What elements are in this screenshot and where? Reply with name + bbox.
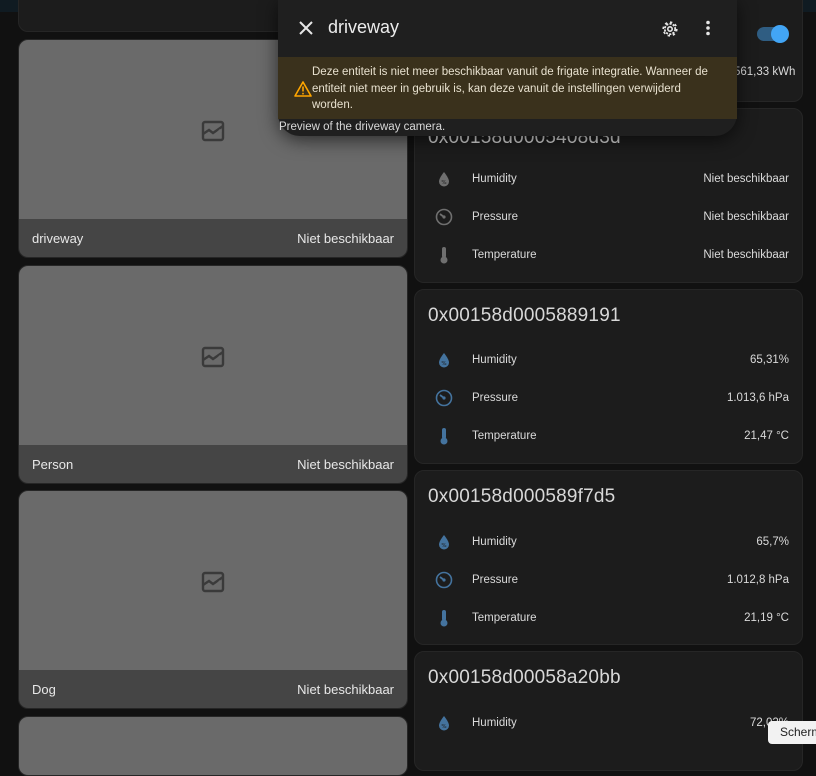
sensor-row-pressure[interactable]: Pressure 1.012,8 hPa xyxy=(428,561,789,599)
camera-card-partial[interactable] xyxy=(18,716,408,776)
dialog-header: driveway xyxy=(278,0,737,57)
camera-status: Niet beschikbaar xyxy=(297,456,394,472)
image-broken-icon xyxy=(201,571,225,592)
camera-name: Dog xyxy=(32,681,56,697)
sensor-row-pressure[interactable]: Pressure 1.013,6 hPa xyxy=(428,379,789,417)
image-broken-icon xyxy=(201,120,225,141)
row-label: Pressure xyxy=(472,574,519,586)
tooltip: Scherm xyxy=(768,721,816,744)
thermometer-icon xyxy=(428,427,460,445)
preview-caption: Preview of the driveway camera. xyxy=(279,121,446,133)
sensor-card: 0x00158d000589f7d5 % Humidity 65,7% Pres… xyxy=(414,470,803,645)
row-value: Niet beschikbaar xyxy=(703,249,789,261)
row-value: Niet beschikbaar xyxy=(703,211,789,223)
camera-card-dog[interactable]: Dog Niet beschikbaar xyxy=(18,490,408,709)
row-value: Niet beschikbaar xyxy=(703,173,789,185)
svg-text:%: % xyxy=(441,180,446,186)
sensor-row-pressure[interactable]: Pressure Niet beschikbaar xyxy=(428,198,789,236)
sensor-row-humidity[interactable]: % Humidity Niet beschikbaar xyxy=(428,160,789,198)
row-label: Temperature xyxy=(472,612,537,624)
warning-text: Deze entiteit is niet meer beschikbaar v… xyxy=(312,66,708,111)
sensor-row-humidity[interactable]: % Humidity 72,02% xyxy=(428,704,789,742)
camera-name: driveway xyxy=(32,230,84,246)
more-vertical-icon[interactable] xyxy=(705,20,711,41)
row-label: Humidity xyxy=(472,536,517,548)
water-percent-icon: % xyxy=(428,715,460,731)
row-label: Humidity xyxy=(472,173,517,185)
row-value: 21,19 °C xyxy=(744,612,789,624)
gauge-icon xyxy=(428,389,460,407)
sensor-title: 0x00158d00058a20bb xyxy=(428,667,621,688)
more-info-dialog: driveway Deze entiteit is niet meer besc… xyxy=(278,0,737,136)
camera-status: Niet beschikbaar xyxy=(297,230,394,246)
row-value: 21,47 °C xyxy=(744,430,789,442)
camera-footer: driveway Niet beschikbaar xyxy=(19,219,407,257)
row-value: 65,7% xyxy=(756,536,789,548)
camera-image-placeholder[interactable] xyxy=(19,491,407,672)
row-value: 65,31% xyxy=(749,354,789,366)
sensor-row-humidity[interactable]: % Humidity 65,31% xyxy=(428,341,789,379)
row-label: Humidity xyxy=(472,354,517,366)
toggle-knob xyxy=(771,25,789,43)
svg-text:%: % xyxy=(441,361,446,367)
camera-footer: Dog Niet beschikbaar xyxy=(19,670,407,708)
camera-image-placeholder[interactable] xyxy=(19,717,407,775)
entity-toggle[interactable] xyxy=(757,25,789,43)
warning-icon xyxy=(278,57,312,119)
energy-value: 561,33 kWh xyxy=(734,66,796,78)
close-icon[interactable] xyxy=(298,20,314,41)
sensor-row-temperature[interactable]: Temperature Niet beschikbaar xyxy=(428,236,789,274)
water-percent-icon: % xyxy=(428,534,460,550)
row-label: Temperature xyxy=(472,249,537,261)
row-value: 1.012,8 hPa xyxy=(726,574,789,586)
row-label: Pressure xyxy=(472,392,519,404)
camera-card-person[interactable]: Person Niet beschikbaar xyxy=(18,265,408,484)
svg-text:%: % xyxy=(441,724,446,730)
dialog-title: driveway xyxy=(328,17,400,37)
row-label: Humidity xyxy=(472,717,517,729)
camera-name: Person xyxy=(32,456,74,472)
sensor-row-humidity[interactable]: % Humidity 65,7% xyxy=(428,523,789,561)
sensor-title: 0x00158d0005889191 xyxy=(428,305,621,326)
gauge-icon xyxy=(428,208,460,226)
row-label: Pressure xyxy=(472,211,519,223)
camera-status: Niet beschikbaar xyxy=(297,681,394,697)
sensor-row-temperature[interactable]: Temperature 21,47 °C xyxy=(428,417,789,455)
thermometer-icon xyxy=(428,609,460,627)
warning-banner: Deze entiteit is niet meer beschikbaar v… xyxy=(278,57,737,119)
row-value: 1.013,6 hPa xyxy=(726,392,789,404)
sensor-title: 0x00158d000589f7d5 xyxy=(428,486,616,507)
thermometer-icon xyxy=(428,246,460,264)
gear-icon[interactable] xyxy=(661,20,679,43)
sensor-row-temperature[interactable]: Temperature 21,19 °C xyxy=(428,599,789,637)
row-label: Temperature xyxy=(472,430,537,442)
svg-text:%: % xyxy=(441,543,446,549)
water-percent-icon: % xyxy=(428,171,460,187)
gauge-icon xyxy=(428,571,460,589)
camera-footer: Person Niet beschikbaar xyxy=(19,445,407,483)
water-percent-icon: % xyxy=(428,352,460,368)
sensor-card: 0x00158d0005889191 % Humidity 65,31% Pre… xyxy=(414,289,803,464)
image-broken-icon xyxy=(201,346,225,367)
sensor-card: 0x00158d00058a20bb % Humidity 72,02% xyxy=(414,651,803,771)
camera-image-placeholder[interactable] xyxy=(19,266,407,447)
